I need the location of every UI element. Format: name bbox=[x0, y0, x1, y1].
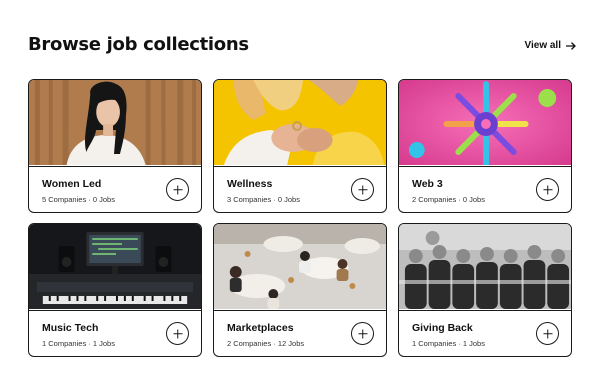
card-meta: 1 Companies · 1 Jobs bbox=[412, 339, 485, 348]
collection-card-music-tech[interactable]: Music Tech 1 Companies · 1 Jobs bbox=[28, 223, 202, 357]
collection-card-wellness[interactable]: Wellness 3 Companies · 0 Jobs bbox=[213, 79, 387, 213]
abstract-3d-photo bbox=[399, 80, 571, 165]
collection-card-marketplaces[interactable]: Marketplaces 2 Companies · 12 Jobs bbox=[213, 223, 387, 357]
card-title: Web 3 bbox=[412, 178, 443, 190]
card-title: Wellness bbox=[227, 178, 273, 190]
plus-icon[interactable] bbox=[166, 322, 189, 345]
collection-card-web-3[interactable]: Web 3 2 Companies · 0 Jobs bbox=[398, 79, 572, 213]
card-title: Music Tech bbox=[42, 322, 99, 334]
plus-icon[interactable] bbox=[536, 178, 559, 201]
plus-icon[interactable] bbox=[351, 322, 374, 345]
card-meta: 5 Companies · 0 Jobs bbox=[42, 195, 115, 204]
card-body: Web 3 2 Companies · 0 Jobs bbox=[399, 166, 571, 212]
card-title: Marketplaces bbox=[227, 322, 294, 334]
collection-card-giving-back[interactable]: Giving Back 1 Companies · 1 Jobs bbox=[398, 223, 572, 357]
card-meta: 3 Companies · 0 Jobs bbox=[227, 195, 300, 204]
section-header: Browse job collections View all bbox=[28, 34, 576, 60]
studio-desk-photo bbox=[29, 224, 201, 309]
collection-card-women-led[interactable]: Women Led 5 Companies · 0 Jobs bbox=[28, 79, 202, 213]
couple-yellow-photo bbox=[214, 80, 386, 165]
plus-icon[interactable] bbox=[536, 322, 559, 345]
office-cafe-photo bbox=[214, 224, 386, 309]
card-meta: 2 Companies · 12 Jobs bbox=[227, 339, 305, 348]
view-all-label: View all bbox=[524, 40, 561, 51]
plus-icon[interactable] bbox=[351, 178, 374, 201]
woman-portrait-photo bbox=[29, 80, 201, 165]
arrow-right-icon bbox=[566, 41, 576, 50]
card-meta: 2 Companies · 0 Jobs bbox=[412, 195, 485, 204]
card-body: Wellness 3 Companies · 0 Jobs bbox=[214, 166, 386, 212]
plus-icon[interactable] bbox=[166, 178, 189, 201]
view-all-link[interactable]: View all bbox=[524, 40, 576, 51]
page-title: Browse job collections bbox=[28, 34, 249, 55]
card-title: Women Led bbox=[42, 178, 102, 190]
team-group-photo bbox=[399, 224, 571, 309]
card-body: Giving Back 1 Companies · 1 Jobs bbox=[399, 310, 571, 356]
card-body: Marketplaces 2 Companies · 12 Jobs bbox=[214, 310, 386, 356]
card-body: Women Led 5 Companies · 0 Jobs bbox=[29, 166, 201, 212]
card-title: Giving Back bbox=[412, 322, 473, 334]
card-meta: 1 Companies · 1 Jobs bbox=[42, 339, 115, 348]
card-body: Music Tech 1 Companies · 1 Jobs bbox=[29, 310, 201, 356]
